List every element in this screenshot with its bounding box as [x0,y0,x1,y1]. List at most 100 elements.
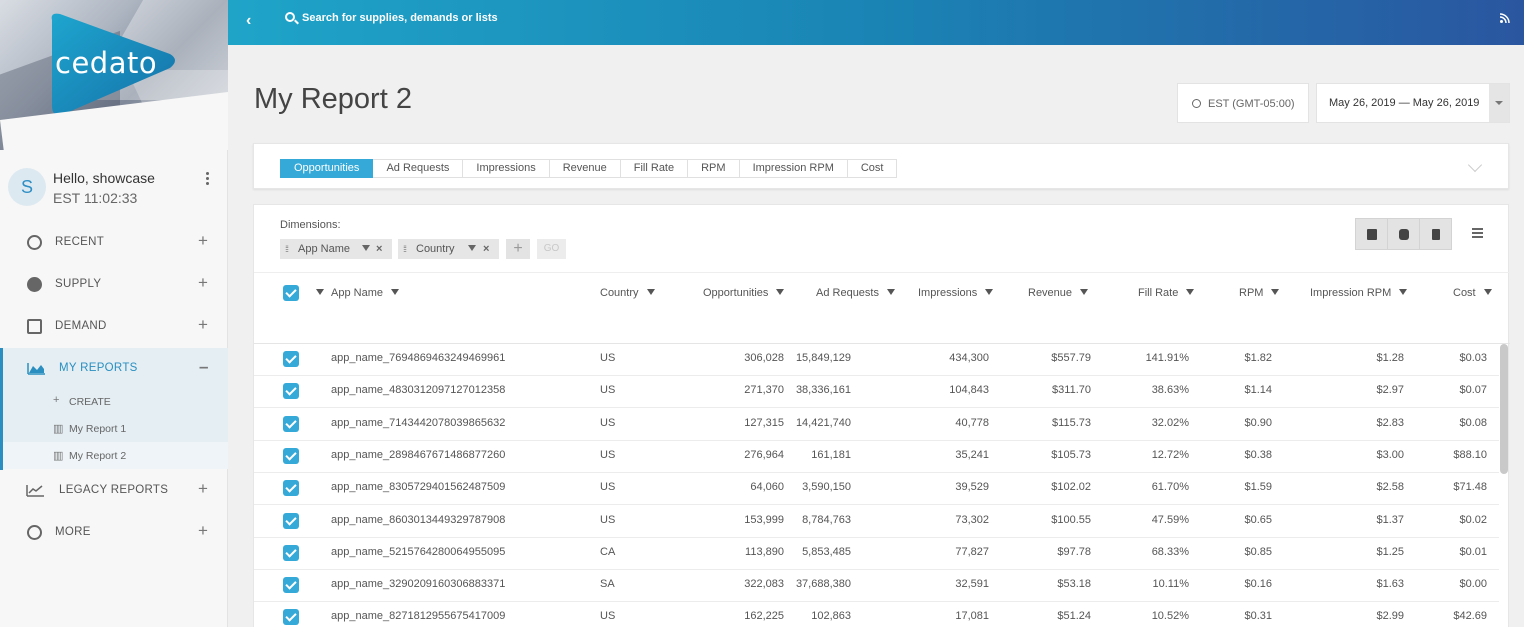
sidebar-item-demand[interactable]: DEMAND + [0,306,228,346]
row-checkbox[interactable] [283,512,299,529]
tab-revenue[interactable]: Revenue [549,159,621,178]
active-indicator [0,388,3,470]
table-cell: app_name_4830312097127012358 [331,384,506,397]
filter-icon [1271,289,1280,295]
sidebar: cedato S Hello, showcase EST 11:02:33 RE… [0,0,228,627]
add-dimension-button[interactable]: + [506,239,530,259]
dimension-chip-country[interactable]: Country × [398,239,499,259]
sidebar-subitem-report-1[interactable]: ▥ My Report 1 [3,415,228,442]
sidebar-item-label: RECENT [55,236,105,248]
row-checkbox[interactable] [283,544,299,561]
save-button[interactable] [1355,218,1388,250]
row-checkbox[interactable] [283,577,299,594]
row-checkbox[interactable] [283,480,299,497]
metrics-tabs: Opportunities Ad Requests Impressions Re… [280,159,898,178]
tab-cost[interactable]: Cost [847,159,898,178]
table-cell: US [600,384,616,397]
collapse-minus-icon[interactable]: – [199,357,209,377]
column-header-ad-requests[interactable]: Ad Requests [816,287,895,299]
user-menu-icon[interactable] [206,172,212,187]
table-cell: $1.14 [1244,384,1272,397]
duplicate-button[interactable] [1387,218,1420,250]
tab-impressions[interactable]: Impressions [463,159,550,178]
row-checkbox[interactable] [283,447,299,464]
go-button[interactable]: GO [537,239,566,259]
table-cell: $71.48 [1453,481,1487,494]
column-filter-icon[interactable] [316,287,324,299]
table-row[interactable]: app_name_4830312097127012358 US 271,370 38,… [254,376,1499,409]
scrollbar[interactable] [1500,344,1508,474]
table-row[interactable]: app_name_8305729401562487509 US 64,060 3,59… [254,473,1499,506]
row-checkbox[interactable] [283,383,299,400]
sidebar-item-legacy-reports[interactable]: LEGACY REPORTS + [0,470,228,510]
sidebar-subitem-report-2[interactable]: ▥ My Report 2 [3,442,228,469]
table-row[interactable]: app_name_8603013449329787908 US 153,999 8,7… [254,506,1499,538]
table-cell: $0.90 [1244,416,1272,429]
row-checkbox[interactable] [283,609,299,626]
table-cell: 3,590,150 [802,481,851,494]
delete-button[interactable] [1419,218,1452,250]
menu-icon[interactable] [1472,228,1483,240]
tab-impression-rpm[interactable]: Impression RPM [739,159,848,178]
expand-plus-icon[interactable]: + [198,521,208,541]
column-header-impressions[interactable]: Impressions [918,287,994,299]
select-all-checkbox[interactable] [283,285,299,301]
user-greeting: Hello, showcase [53,170,155,186]
table-cell: 37,688,380 [795,578,851,591]
filter-icon [1399,289,1408,295]
filter-icon[interactable] [362,245,370,251]
expand-plus-icon[interactable]: + [198,315,208,335]
column-header-revenue[interactable]: Revenue [1028,287,1089,299]
close-icon[interactable]: × [483,239,489,259]
tab-opportunities[interactable]: Opportunities [280,159,374,178]
table-row[interactable]: app_name_2898467671486877260 US 276,964 161… [254,441,1499,473]
search-input[interactable]: Search for supplies, demands or lists [302,12,498,24]
expand-plus-icon[interactable]: + [198,231,208,251]
close-icon[interactable]: × [376,239,382,259]
table-cell: $0.00 [1459,578,1487,591]
rss-icon[interactable] [1500,13,1510,23]
table-cell: 161,181 [811,448,851,461]
sidebar-subitem-label: My Report 2 [69,450,127,462]
table-cell: app_name_7694869463249469961 [331,352,506,364]
tab-ad-requests[interactable]: Ad Requests [373,159,464,178]
column-header-opportunities[interactable]: Opportunities [703,287,785,299]
avatar[interactable]: S [8,168,46,206]
sidebar-item-my-reports[interactable]: MY REPORTS – [0,348,228,388]
table-row[interactable]: app_name_5215764280064955095 CA 113,890 5,8… [254,538,1499,570]
expand-plus-icon[interactable]: + [198,273,208,293]
table-row[interactable]: app_name_3290209160306883371 SA 322,083 37,… [254,570,1499,603]
expand-chevron-icon[interactable] [1467,157,1483,173]
back-chevron-icon[interactable]: ‹ [246,12,251,30]
sidebar-item-recent[interactable]: RECENT + [0,222,228,262]
date-range-picker[interactable]: May 26, 2019 — May 26, 2019 [1316,83,1510,123]
column-header-impression-rpm[interactable]: Impression RPM [1310,287,1408,299]
table-row[interactable]: app_name_7694869463249469961 US 306,028 15,… [254,344,1499,376]
sidebar-item-supply[interactable]: SUPPLY + [0,264,228,304]
sort-desc-icon [1080,289,1089,295]
timezone-selector[interactable]: EST (GMT-05:00) [1177,83,1309,123]
tab-fill-rate[interactable]: Fill Rate [620,159,689,178]
column-header-rpm[interactable]: RPM [1239,287,1280,299]
table-row[interactable]: app_name_8271812955675417009 US 162,225 102… [254,602,1499,627]
column-header-cost[interactable]: Cost [1453,287,1492,299]
tab-rpm[interactable]: RPM [688,159,740,178]
expand-plus-icon[interactable]: + [198,479,208,499]
column-header-country[interactable]: Country [600,287,655,299]
filter-icon[interactable] [468,245,476,251]
sidebar-item-more[interactable]: MORE + [0,512,228,552]
row-checkbox[interactable] [283,351,299,367]
row-checkbox[interactable] [283,415,299,432]
column-header-fill-rate[interactable]: Fill Rate [1138,287,1195,299]
chip-label: App Name [298,243,350,255]
table-row[interactable]: app_name_7143442078039865632 US 127,315 14,… [254,409,1499,441]
column-header-app-name[interactable]: App Name [331,287,399,299]
page-title: My Report 2 [254,83,412,115]
trash-icon [1432,229,1440,240]
table-cell: 38,336,161 [795,384,851,397]
table-cell: $0.65 [1244,513,1272,526]
dimension-chip-app-name[interactable]: App Name × [280,239,392,259]
sidebar-subitem-create[interactable]: + CREATE [3,388,228,415]
inbox-icon [27,319,42,334]
chevron-down-icon[interactable] [1489,84,1509,122]
